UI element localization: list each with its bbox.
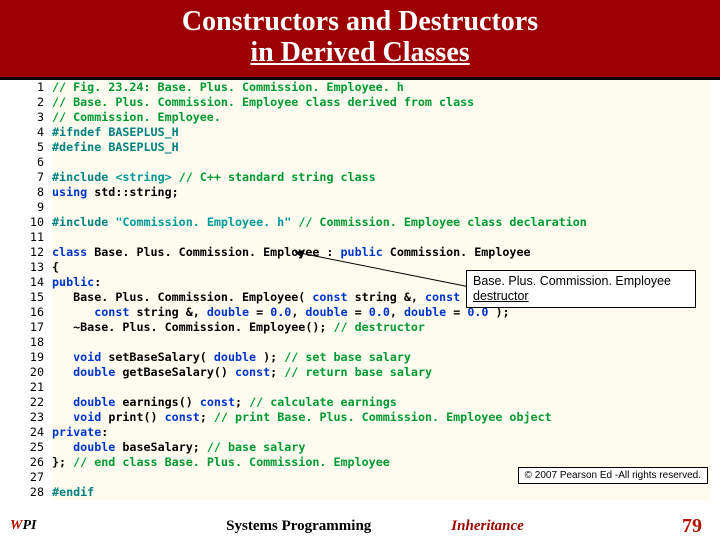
- line-number: 21: [10, 380, 52, 395]
- code-text: void setBaseSalary( double ); // set bas…: [52, 350, 710, 365]
- title-line-1: Constructors and Destructors: [0, 6, 720, 37]
- code-line: 20 double getBaseSalary() const; // retu…: [10, 365, 710, 380]
- code-line: 21: [10, 380, 710, 395]
- line-number: 15: [10, 290, 52, 305]
- line-number: 8: [10, 185, 52, 200]
- code-line: 7#include <string> // C++ standard strin…: [10, 170, 710, 185]
- code-text: [52, 200, 710, 215]
- code-text: double earnings() const; // calculate ea…: [52, 395, 710, 410]
- code-line: 22 double earnings() const; // calculate…: [10, 395, 710, 410]
- code-text: // Fig. 23.24: Base. Plus. Commission. E…: [52, 80, 710, 95]
- code-line: 6: [10, 155, 710, 170]
- code-text: double baseSalary; // base salary: [52, 440, 710, 455]
- line-number: 27: [10, 470, 52, 485]
- page-number: 79: [660, 515, 720, 538]
- line-number: 10: [10, 215, 52, 230]
- line-number: 24: [10, 425, 52, 440]
- line-number: 14: [10, 275, 52, 290]
- code-text: [52, 230, 710, 245]
- code-line: 4#ifndef BASEPLUS_H: [10, 125, 710, 140]
- code-line: 2// Base. Plus. Commission. Employee cla…: [10, 95, 710, 110]
- copyright-notice: © 2007 Pearson Ed -All rights reserved.: [518, 467, 708, 484]
- footer-center: Systems Programming Inheritance: [90, 518, 660, 535]
- code-text: #endif: [52, 485, 710, 500]
- code-line: 24private:: [10, 425, 710, 440]
- line-number: 26: [10, 455, 52, 470]
- slide-body: 1// Fig. 23.24: Base. Plus. Commission. …: [0, 80, 720, 512]
- line-number: 16: [10, 305, 52, 320]
- code-text: #define BASEPLUS_H: [52, 140, 710, 155]
- title-line-2: in Derived Classes: [0, 37, 720, 68]
- code-text: ~Base. Plus. Commission. Employee(); // …: [52, 320, 710, 335]
- code-text: [52, 380, 710, 395]
- code-line: 18: [10, 335, 710, 350]
- line-number: 17: [10, 320, 52, 335]
- code-text: #include <string> // C++ standard string…: [52, 170, 710, 185]
- code-line: 8using std::string;: [10, 185, 710, 200]
- line-number: 11: [10, 230, 52, 245]
- footer-topic: Inheritance: [451, 518, 524, 535]
- code-line: 19 void setBaseSalary( double ); // set …: [10, 350, 710, 365]
- line-number: 20: [10, 365, 52, 380]
- logo-w: W: [10, 518, 22, 533]
- code-line: 12class Base. Plus. Commission. Employee…: [10, 245, 710, 260]
- line-number: 28: [10, 485, 52, 500]
- callout-class-name: Base. Plus. Commission. Employee: [473, 274, 671, 288]
- wpi-logo: WPI: [0, 518, 90, 534]
- line-number: 12: [10, 245, 52, 260]
- code-line: 11: [10, 230, 710, 245]
- code-text: #ifndef BASEPLUS_H: [52, 125, 710, 140]
- line-number: 4: [10, 125, 52, 140]
- line-number: 23: [10, 410, 52, 425]
- line-number: 22: [10, 395, 52, 410]
- line-number: 1: [10, 80, 52, 95]
- logo-pi: PI: [22, 518, 36, 533]
- code-text: void print() const; // print Base. Plus.…: [52, 410, 710, 425]
- line-number: 2: [10, 95, 52, 110]
- code-line: 10#include "Commission. Employee. h" // …: [10, 215, 710, 230]
- code-line: 3// Commission. Employee.: [10, 110, 710, 125]
- code-text: // Base. Plus. Commission. Employee clas…: [52, 95, 710, 110]
- code-line: 23 void print() const; // print Base. Pl…: [10, 410, 710, 425]
- code-line: 5#define BASEPLUS_H: [10, 140, 710, 155]
- code-text: #include "Commission. Employee. h" // Co…: [52, 215, 710, 230]
- code-line: 9: [10, 200, 710, 215]
- callout-box: Base. Plus. Commission. Employee destruc…: [466, 270, 696, 308]
- code-text: [52, 155, 710, 170]
- code-text: class Base. Plus. Commission. Employee :…: [52, 245, 710, 260]
- code-line: 17 ~Base. Plus. Commission. Employee(); …: [10, 320, 710, 335]
- line-number: 5: [10, 140, 52, 155]
- callout-keyword: destructor: [473, 289, 529, 303]
- line-number: 6: [10, 155, 52, 170]
- code-text: [52, 335, 710, 350]
- line-number: 3: [10, 110, 52, 125]
- code-text: private:: [52, 425, 710, 440]
- code-text: using std::string;: [52, 185, 710, 200]
- line-number: 25: [10, 440, 52, 455]
- line-number: 7: [10, 170, 52, 185]
- line-number: 13: [10, 260, 52, 275]
- slide-title: Constructors and Destructors in Derived …: [0, 0, 720, 80]
- footer: WPI Systems Programming Inheritance 79: [0, 512, 720, 540]
- code-text: double getBaseSalary() const; // return …: [52, 365, 710, 380]
- line-number: 9: [10, 200, 52, 215]
- code-line: 28#endif: [10, 485, 710, 500]
- code-line: 25 double baseSalary; // base salary: [10, 440, 710, 455]
- line-number: 19: [10, 350, 52, 365]
- code-text: // Commission. Employee.: [52, 110, 710, 125]
- slide: Constructors and Destructors in Derived …: [0, 0, 720, 540]
- footer-course: Systems Programming: [226, 518, 371, 535]
- line-number: 18: [10, 335, 52, 350]
- code-line: 1// Fig. 23.24: Base. Plus. Commission. …: [10, 80, 710, 95]
